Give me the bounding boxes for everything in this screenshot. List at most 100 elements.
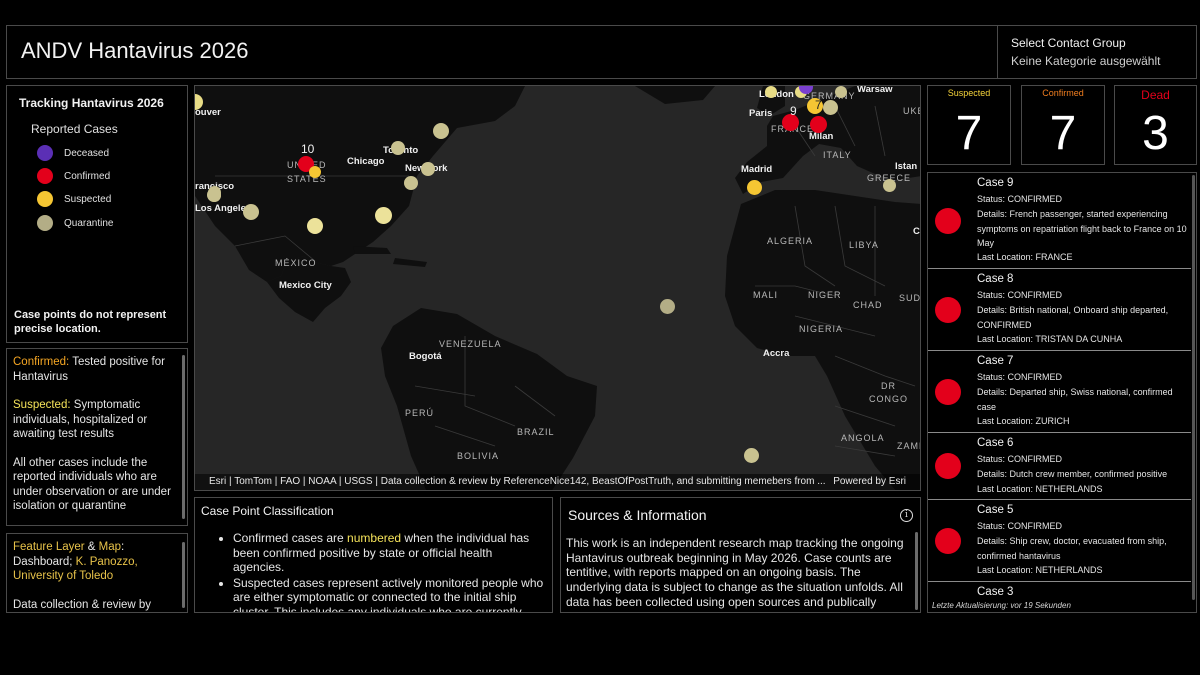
case-name: Case 6: [977, 437, 1014, 449]
case-location: Last Location: FRANCE: [977, 252, 1073, 262]
definitions-scrollbar[interactable]: [182, 355, 185, 519]
map-link[interactable]: Map: [99, 541, 121, 553]
confirmed-term: Confirmed:: [13, 356, 70, 368]
country-label: VENEZUELA: [439, 339, 502, 349]
case-point[interactable]: [391, 141, 405, 155]
contact-group-selector[interactable]: Keine Kategorie ausgewählt: [1011, 54, 1160, 68]
legend-item-deceased: Deceased: [37, 144, 109, 162]
country-label: MÉXICO: [275, 258, 317, 268]
case-point[interactable]: [309, 166, 321, 178]
suspected-term: Suspected:: [13, 399, 71, 411]
powered-by-esri-link[interactable]: Powered by Esri: [833, 476, 906, 487]
case-location: Last Location: TRISTAN DA CUNHA: [977, 334, 1123, 344]
legend-item-label: Deceased: [64, 147, 110, 159]
list-item[interactable]: Case 5 Status: CONFIRMED Details: Ship c…: [928, 500, 1191, 582]
info-icon[interactable]: i: [900, 509, 913, 522]
data-collection-text: Data collection & review by: [13, 598, 152, 611]
case-location: Last Location: NETHERLANDS: [977, 484, 1103, 494]
case-point[interactable]: [660, 299, 675, 314]
case-details: Details: Departed ship, Swiss national, …: [977, 387, 1173, 412]
country-label: CONGO: [869, 394, 909, 404]
case-point[interactable]: [208, 186, 221, 199]
classification-list: Confirmed cases are numbered when the in…: [233, 531, 545, 613]
case-name: Case 5: [977, 504, 1014, 516]
case-point[interactable]: [404, 176, 418, 190]
case-point[interactable]: [375, 207, 392, 224]
case-point[interactable]: [765, 86, 777, 98]
case-point[interactable]: [823, 100, 838, 115]
sources-scrollbar[interactable]: [915, 532, 918, 610]
case-point[interactable]: [883, 179, 896, 192]
legend-item-label: Confirmed: [64, 170, 111, 182]
list-item[interactable]: Case 6 Status: CONFIRMED Details: Dutch …: [928, 433, 1191, 500]
credits-panel: Feature Layer & Map: Dashboard; K. Panoz…: [6, 533, 188, 613]
case-status: Status: CONFIRMED: [977, 454, 1063, 464]
legend-note: Case points do not represent precise loc…: [14, 309, 167, 335]
confirmed-status-icon: [935, 208, 961, 234]
classification-item-suspected: Suspected cases represent actively monit…: [233, 576, 545, 613]
credits-colon: :: [121, 541, 125, 553]
contact-group-label[interactable]: Select Contact Group: [1011, 36, 1126, 50]
highlight-text: numbered: [347, 531, 402, 545]
other-definition: All other cases include the reported ind…: [13, 456, 171, 513]
country-label: LIBYA: [849, 240, 879, 250]
case-list-scrollbar[interactable]: [1192, 175, 1195, 600]
country-label: DR: [881, 381, 896, 391]
country-label: NIGER: [808, 290, 842, 300]
case-details: Details: French passenger, started exper…: [977, 209, 1187, 248]
case-point[interactable]: [421, 162, 435, 176]
confirmed-dot-icon: [37, 168, 53, 184]
case-name: Case 3: [977, 586, 1014, 598]
city-label: Bogotá: [409, 351, 442, 362]
indicator-label: Suspected: [947, 88, 991, 98]
country-label: SUD: [899, 293, 921, 303]
indicator-label: Confirmed: [1042, 88, 1084, 98]
country-label: NIGERIA: [799, 324, 844, 334]
legend-item-quarantine: Quarantine: [37, 214, 113, 232]
confirmed-status-icon: [935, 453, 961, 479]
list-item[interactable]: Case 8 Status: CONFIRMED Details: Britis…: [928, 269, 1191, 351]
city-label: Paris: [749, 108, 773, 119]
country-label: STATES: [287, 174, 327, 184]
country-label: ITALY: [823, 150, 852, 160]
sources-body: This work is an independent research map…: [566, 536, 904, 612]
indicator-value: 7: [955, 107, 983, 160]
case-point[interactable]: [243, 204, 259, 220]
indicator-label: Dead: [1141, 88, 1170, 102]
case-point[interactable]: [747, 180, 762, 195]
country-label: ANGOLA: [841, 433, 885, 443]
confirmed-status-icon: [935, 297, 961, 323]
confirmed-definition: Confirmed: Tested positive for Hantaviru…: [13, 355, 181, 384]
legend-subtitle: Reported Cases: [31, 122, 118, 136]
case-details: Details: Dutch crew member, confirmed po…: [977, 469, 1168, 479]
legend-title: Tracking Hantavirus 2026: [19, 96, 164, 110]
city-label: Istan: [895, 161, 918, 172]
quarantine-dot-icon: [37, 215, 53, 231]
indicator-value: 3: [1142, 107, 1169, 160]
indicator-suspected: Suspected 7: [927, 85, 1011, 165]
case-details: Details: British national, Onboard ship …: [977, 305, 1169, 330]
case-location: Last Location: NETHERLANDS: [977, 565, 1103, 575]
header-divider: [997, 26, 998, 78]
city-label: Milan: [809, 131, 834, 142]
case-number-label: 10: [301, 142, 315, 156]
credits-line: Feature Layer & Map:: [13, 540, 181, 555]
list-item[interactable]: Case 7 Status: CONFIRMED Details: Depart…: [928, 351, 1191, 433]
case-name: Case 9: [977, 177, 1014, 189]
list-item[interactable]: Case 9 Status: CONFIRMED Details: French…: [928, 173, 1191, 269]
case-point[interactable]: [744, 448, 759, 463]
country-label: PERÚ: [405, 408, 435, 418]
credits-dashboard-line: Dashboard; K. Panozzo, University of Tol…: [13, 555, 181, 584]
case-point[interactable]: [307, 218, 323, 234]
city-label: Chicago: [347, 156, 385, 167]
legend-item-confirmed: Confirmed: [37, 167, 110, 185]
case-point-confirmed[interactable]: [810, 116, 827, 133]
feature-layer-link[interactable]: Feature Layer: [13, 541, 85, 553]
case-status: Status: CONFIRMED: [977, 194, 1063, 204]
map-view[interactable]: UNITED STATES MÉXICO VENEZUELA PERÚ BRAZ…: [194, 85, 921, 491]
credits-scrollbar[interactable]: [182, 542, 185, 608]
case-point[interactable]: [835, 86, 847, 98]
case-point[interactable]: [433, 123, 449, 139]
case-location: Last Location: ZURICH: [977, 416, 1070, 426]
dashboard-title: ANDV Hantavirus 2026: [21, 38, 249, 63]
